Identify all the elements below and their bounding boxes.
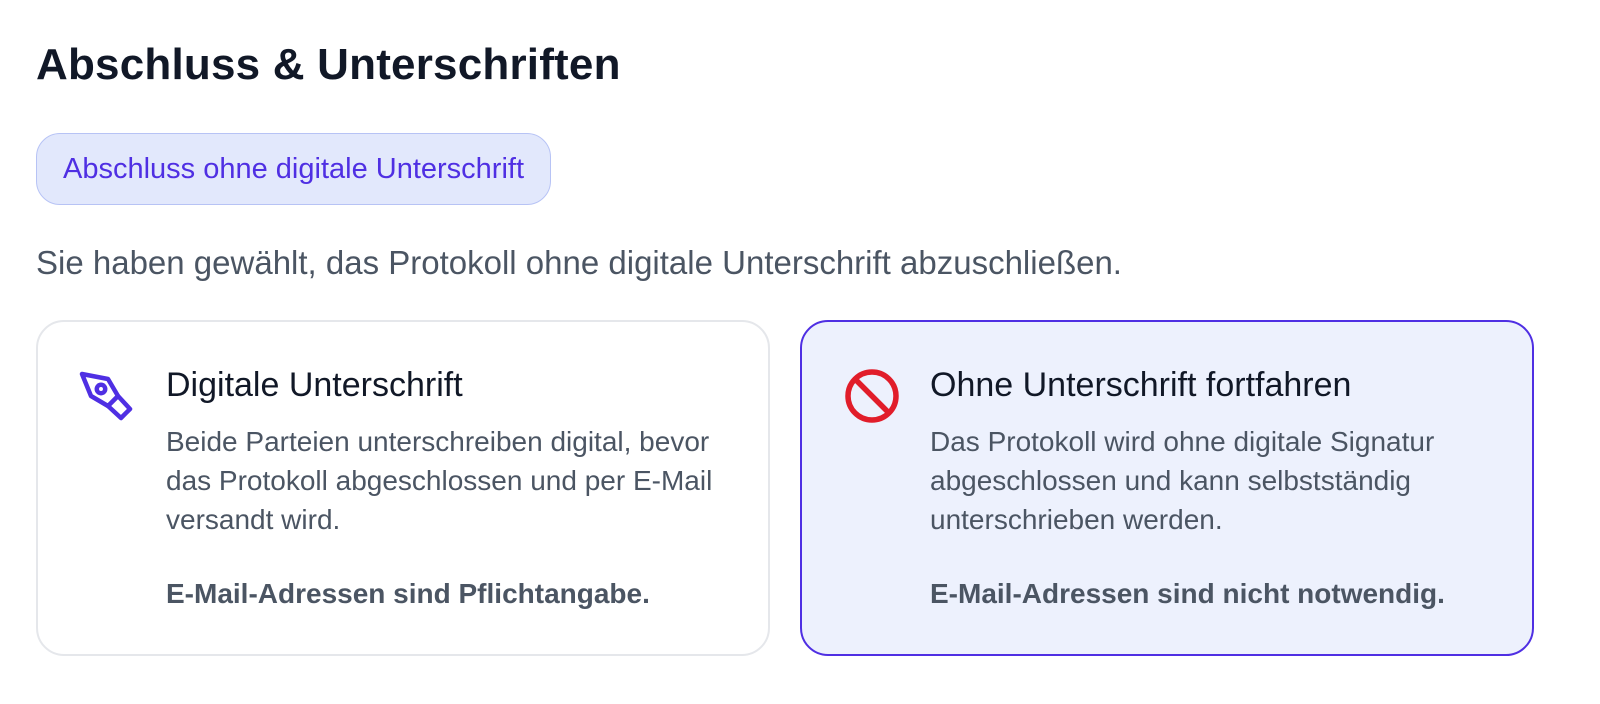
- signature-completion-page: Abschluss & Unterschriften Abschluss ohn…: [0, 0, 1600, 704]
- completion-mode-chip-label: Abschluss ohne digitale Unterschrift: [63, 152, 525, 185]
- no-entry-icon: [842, 366, 902, 426]
- page-title: Abschluss & Unterschriften: [36, 40, 621, 89]
- option-title: Digitale Unterschrift: [166, 366, 463, 404]
- option-card-digital-signature[interactable]: Digitale Unterschrift Beide Parteien unt…: [36, 320, 770, 656]
- option-note: E-Mail-Adressen sind nicht notwendig.: [930, 578, 1445, 609]
- option-description: Das Protokoll wird ohne digitale Signatu…: [930, 426, 1435, 535]
- pen-nib-icon: [78, 366, 138, 426]
- option-title: Ohne Unterschrift fortfahren: [930, 366, 1352, 404]
- selection-info-text: Sie haben gewählt, das Protokoll ohne di…: [36, 244, 1122, 281]
- option-card-no-signature[interactable]: Ohne Unterschrift fortfahren Das Protoko…: [800, 320, 1534, 656]
- option-note: E-Mail-Adressen sind Pflichtangabe.: [166, 578, 650, 609]
- option-description: Beide Parteien unterschreiben digital, b…: [166, 426, 713, 535]
- completion-mode-chip[interactable]: Abschluss ohne digitale Unterschrift: [36, 133, 552, 205]
